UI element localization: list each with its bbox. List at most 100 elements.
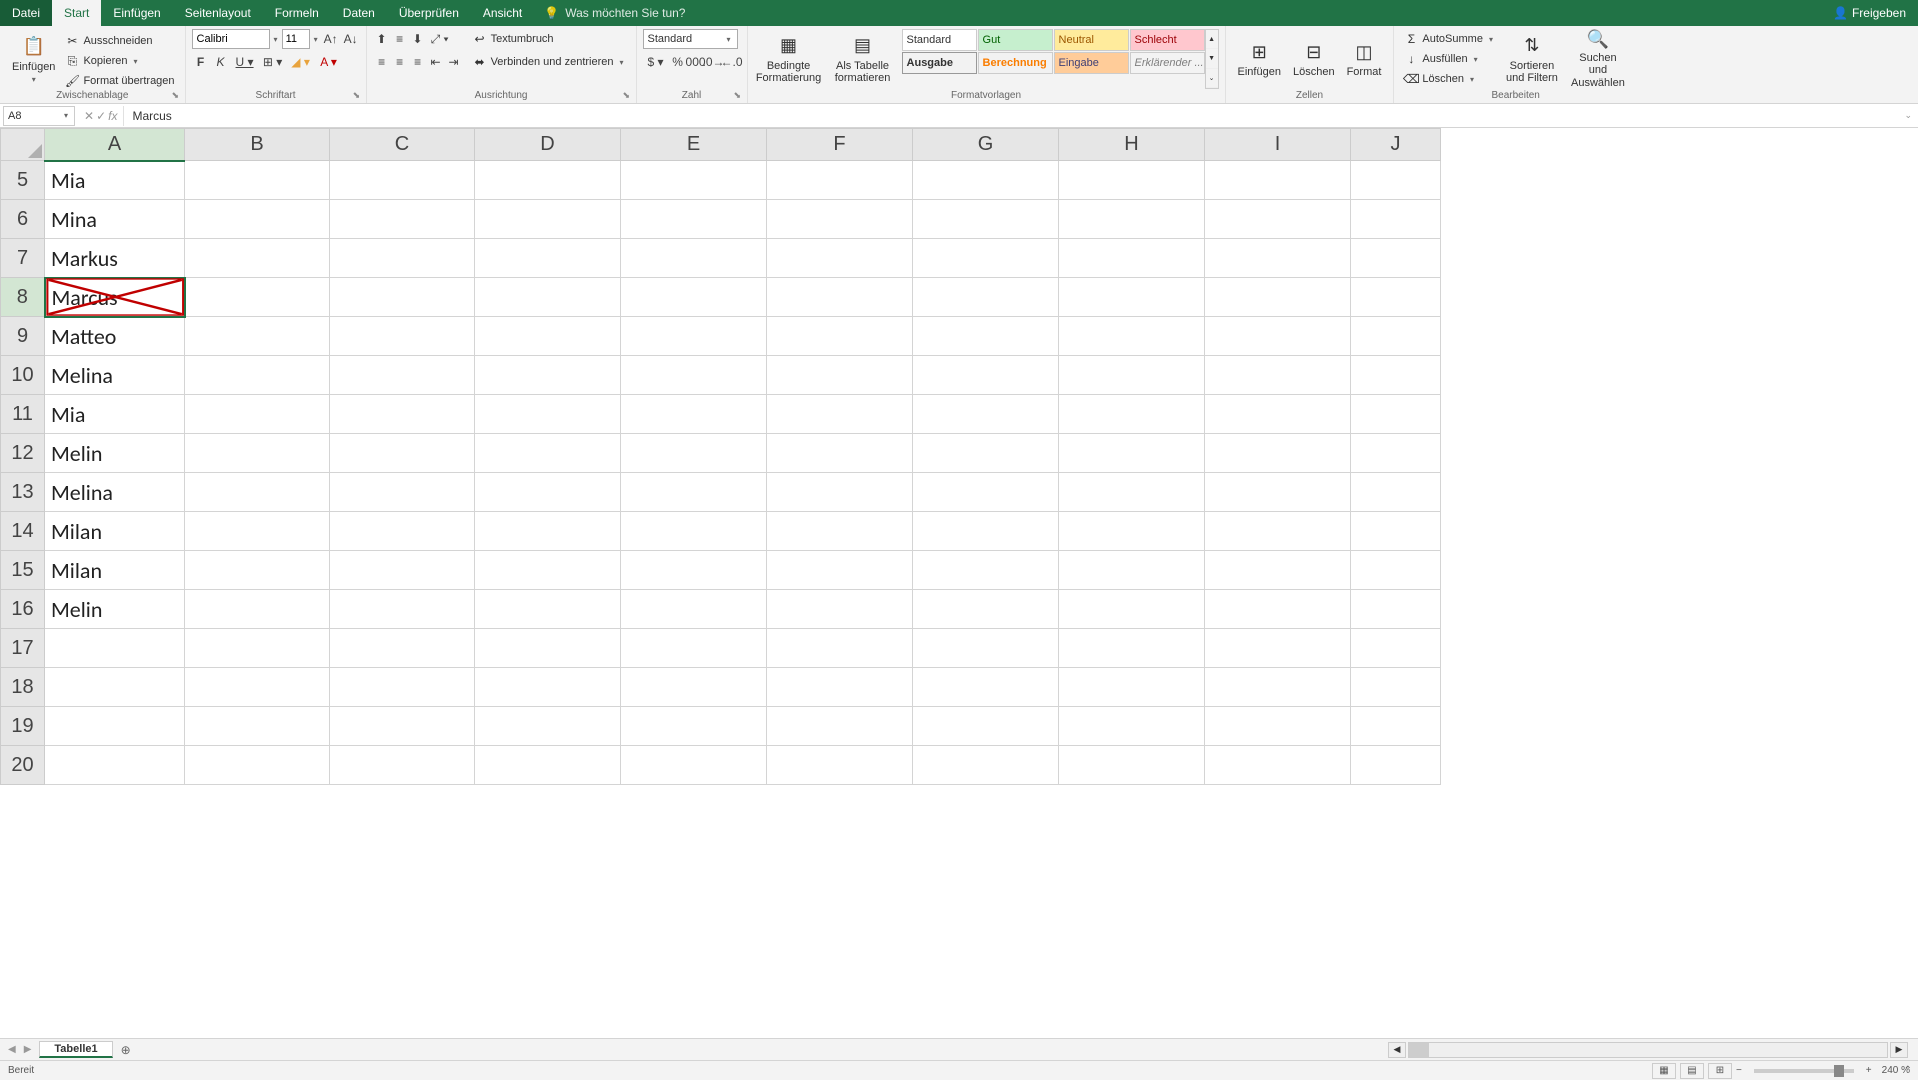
row-header-5[interactable]: 5 [1, 161, 45, 200]
find-select-button[interactable]: 🔍 Suchen und Auswählen [1565, 29, 1631, 89]
wrap-text-button[interactable]: ↩ Textumbruch [469, 29, 630, 49]
cell-A8[interactable]: Marcus [45, 278, 185, 317]
sheet-nav-prev-icon[interactable]: ◀ [8, 1044, 16, 1055]
cell-E20[interactable] [621, 746, 767, 785]
cell-D14[interactable] [475, 512, 621, 551]
tab-start[interactable]: Start [52, 0, 101, 26]
cell-G5[interactable] [913, 161, 1059, 200]
style-ausgabe[interactable]: Ausgabe [902, 52, 977, 74]
cell-J11[interactable] [1351, 395, 1441, 434]
cell-A12[interactable]: Melin [45, 434, 185, 473]
align-middle-icon[interactable]: ≡ [391, 29, 409, 49]
cell-E9[interactable] [621, 317, 767, 356]
cell-E6[interactable] [621, 200, 767, 239]
row-header-9[interactable]: 9 [1, 317, 45, 356]
cell-F14[interactable] [767, 512, 913, 551]
row-header-17[interactable]: 17 [1, 629, 45, 668]
cell-A18[interactable] [45, 668, 185, 707]
cell-D13[interactable] [475, 473, 621, 512]
row-header-6[interactable]: 6 [1, 200, 45, 239]
scroll-thumb[interactable] [1409, 1043, 1429, 1057]
cell-F20[interactable] [767, 746, 913, 785]
cell-B17[interactable] [185, 629, 330, 668]
scroll-up-icon[interactable]: ▲ [1206, 30, 1218, 49]
copy-button[interactable]: ⎘ Kopieren ▾ [61, 51, 178, 71]
cell-I12[interactable] [1205, 434, 1351, 473]
cell-G13[interactable] [913, 473, 1059, 512]
cell-A7[interactable]: Markus [45, 239, 185, 278]
cell-D12[interactable] [475, 434, 621, 473]
align-left-icon[interactable]: ≡ [373, 52, 391, 72]
cell-C11[interactable] [330, 395, 475, 434]
cell-A5[interactable]: Mia [45, 161, 185, 200]
cell-H12[interactable] [1059, 434, 1205, 473]
cell-I10[interactable] [1205, 356, 1351, 395]
cell-H20[interactable] [1059, 746, 1205, 785]
increase-font-icon[interactable]: A↑ [322, 29, 340, 49]
style-eingabe[interactable]: Eingabe [1054, 52, 1129, 74]
scroll-down-icon[interactable]: ▼ [1206, 49, 1218, 68]
number-format-combo[interactable]: Standard ▾ [643, 29, 738, 49]
cut-button[interactable]: ✂ Ausschneiden [61, 31, 178, 51]
align-bottom-icon[interactable]: ⬇ [409, 29, 427, 49]
cell-A17[interactable] [45, 629, 185, 668]
cell-G16[interactable] [913, 590, 1059, 629]
cell-B5[interactable] [185, 161, 330, 200]
merge-button[interactable]: ⬌ Verbinden und zentrieren ▾ [469, 52, 630, 72]
conditional-formatting-button[interactable]: ▦ Bedingte Formatierung [754, 29, 824, 89]
align-right-icon[interactable]: ≡ [409, 52, 427, 72]
cell-F9[interactable] [767, 317, 913, 356]
clear-button[interactable]: ⌫ Löschen ▾ [1400, 69, 1499, 89]
cell-B18[interactable] [185, 668, 330, 707]
cell-D9[interactable] [475, 317, 621, 356]
cell-C9[interactable] [330, 317, 475, 356]
cell-A6[interactable]: Mina [45, 200, 185, 239]
cell-A10[interactable]: Melina [45, 356, 185, 395]
cell-H16[interactable] [1059, 590, 1205, 629]
cell-J18[interactable] [1351, 668, 1441, 707]
chevron-down-icon[interactable]: ▾ [312, 35, 320, 44]
dialog-launcher-icon[interactable]: ⬊ [172, 90, 182, 100]
cell-E10[interactable] [621, 356, 767, 395]
cell-H18[interactable] [1059, 668, 1205, 707]
cell-C16[interactable] [330, 590, 475, 629]
fx-icon[interactable]: fx [108, 109, 117, 123]
increase-indent-icon[interactable]: ⇥ [445, 52, 463, 72]
scroll-track[interactable] [1408, 1042, 1888, 1058]
cell-G15[interactable] [913, 551, 1059, 590]
cell-B20[interactable] [185, 746, 330, 785]
collapse-ribbon-icon[interactable]: ⌃ [1904, 1065, 1912, 1076]
cell-I15[interactable] [1205, 551, 1351, 590]
view-pagebreak-icon[interactable]: ⊞ [1708, 1063, 1732, 1079]
cell-J8[interactable] [1351, 278, 1441, 317]
dialog-launcher-icon[interactable]: ⬊ [734, 90, 744, 100]
cell-G6[interactable] [913, 200, 1059, 239]
cell-G20[interactable] [913, 746, 1059, 785]
tab-seitenlayout[interactable]: Seitenlayout [173, 0, 263, 26]
cell-E12[interactable] [621, 434, 767, 473]
cell-J15[interactable] [1351, 551, 1441, 590]
decrease-indent-icon[interactable]: ⇤ [427, 52, 445, 72]
cell-I14[interactable] [1205, 512, 1351, 551]
row-header-12[interactable]: 12 [1, 434, 45, 473]
style-schlecht[interactable]: Schlecht [1130, 29, 1205, 51]
cell-F16[interactable] [767, 590, 913, 629]
cell-J10[interactable] [1351, 356, 1441, 395]
cell-G14[interactable] [913, 512, 1059, 551]
cell-E19[interactable] [621, 707, 767, 746]
col-header-C[interactable]: C [330, 129, 475, 161]
formula-input[interactable]: Marcus [124, 109, 1898, 123]
orientation-button[interactable]: ⤢ ▾ [427, 29, 453, 49]
cell-D5[interactable] [475, 161, 621, 200]
cell-A9[interactable]: Matteo [45, 317, 185, 356]
font-size-combo[interactable] [282, 29, 310, 49]
cell-F10[interactable] [767, 356, 913, 395]
name-box[interactable]: A8 ▾ [3, 106, 75, 126]
cell-C7[interactable] [330, 239, 475, 278]
row-header-15[interactable]: 15 [1, 551, 45, 590]
insert-cells-button[interactable]: ⊞ Einfügen [1232, 29, 1287, 89]
cell-H11[interactable] [1059, 395, 1205, 434]
cell-F15[interactable] [767, 551, 913, 590]
format-painter-button[interactable]: 🖌 Format übertragen [61, 71, 178, 91]
cell-E5[interactable] [621, 161, 767, 200]
